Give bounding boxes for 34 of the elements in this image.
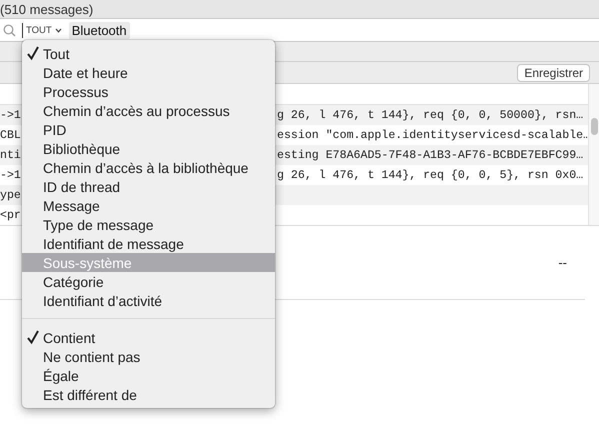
menu-item[interactable]: Bibliothèque bbox=[22, 139, 275, 158]
log-text: nti bbox=[0, 148, 21, 162]
detail-value: -- bbox=[558, 255, 567, 270]
scrollbar[interactable] bbox=[588, 84, 599, 225]
search-token[interactable]: Bluetooth bbox=[68, 22, 130, 38]
menu-item[interactable]: Identifiant d’activité bbox=[22, 291, 275, 310]
log-text: g 26, l 476, t 144}, req {0, 0, 50000}, rsn… bbox=[277, 108, 584, 122]
menu-item[interactable]: Catégorie bbox=[22, 272, 275, 291]
menu-item[interactable]: Chemin d’accès à la bibliothèque bbox=[22, 158, 275, 177]
menu-item[interactable]: Chemin d’accès au processus bbox=[22, 101, 275, 120]
log-text: ->1 bbox=[0, 168, 21, 182]
message-count: (510 messages) bbox=[0, 2, 94, 16]
menu-item[interactable]: ID de thread bbox=[22, 177, 275, 196]
menu-item[interactable]: Type de message bbox=[22, 215, 275, 234]
menu-item[interactable]: Processus bbox=[22, 82, 275, 101]
menu-item[interactable]: Identifiant de message bbox=[22, 234, 275, 253]
log-text: g 26, l 476, t 144}, req {0, 0, 5}, rsn 0x0… bbox=[277, 168, 584, 182]
log-text: ->1 bbox=[0, 108, 21, 122]
log-text: ype bbox=[0, 188, 21, 202]
menu-item[interactable]: Ne contient pas bbox=[22, 347, 275, 366]
scope-dropdown[interactable]: TOUT bbox=[22, 22, 65, 38]
search-icon bbox=[3, 24, 16, 36]
caret-icon bbox=[54, 28, 62, 32]
log-text: ession "com.apple.identityservicesd-scalable… bbox=[277, 128, 590, 142]
log-text: esting E78A6AD5-7F48-A1B3-AF76-BCBDE7EBFC99… bbox=[277, 148, 584, 162]
menu-item[interactable]: Date et heure bbox=[22, 63, 275, 82]
menu-item[interactable]: Est différent de bbox=[22, 385, 275, 404]
menu-item[interactable]: Message bbox=[22, 196, 275, 215]
log-text: <pr bbox=[0, 208, 21, 222]
save-button[interactable]: Enregistrer bbox=[517, 64, 590, 82]
menu-item[interactable]: PID bbox=[22, 120, 275, 139]
menu-item[interactable]: Contient bbox=[22, 328, 275, 347]
menu-item[interactable]: Égale bbox=[22, 366, 275, 385]
log-text: CBL bbox=[0, 128, 21, 142]
